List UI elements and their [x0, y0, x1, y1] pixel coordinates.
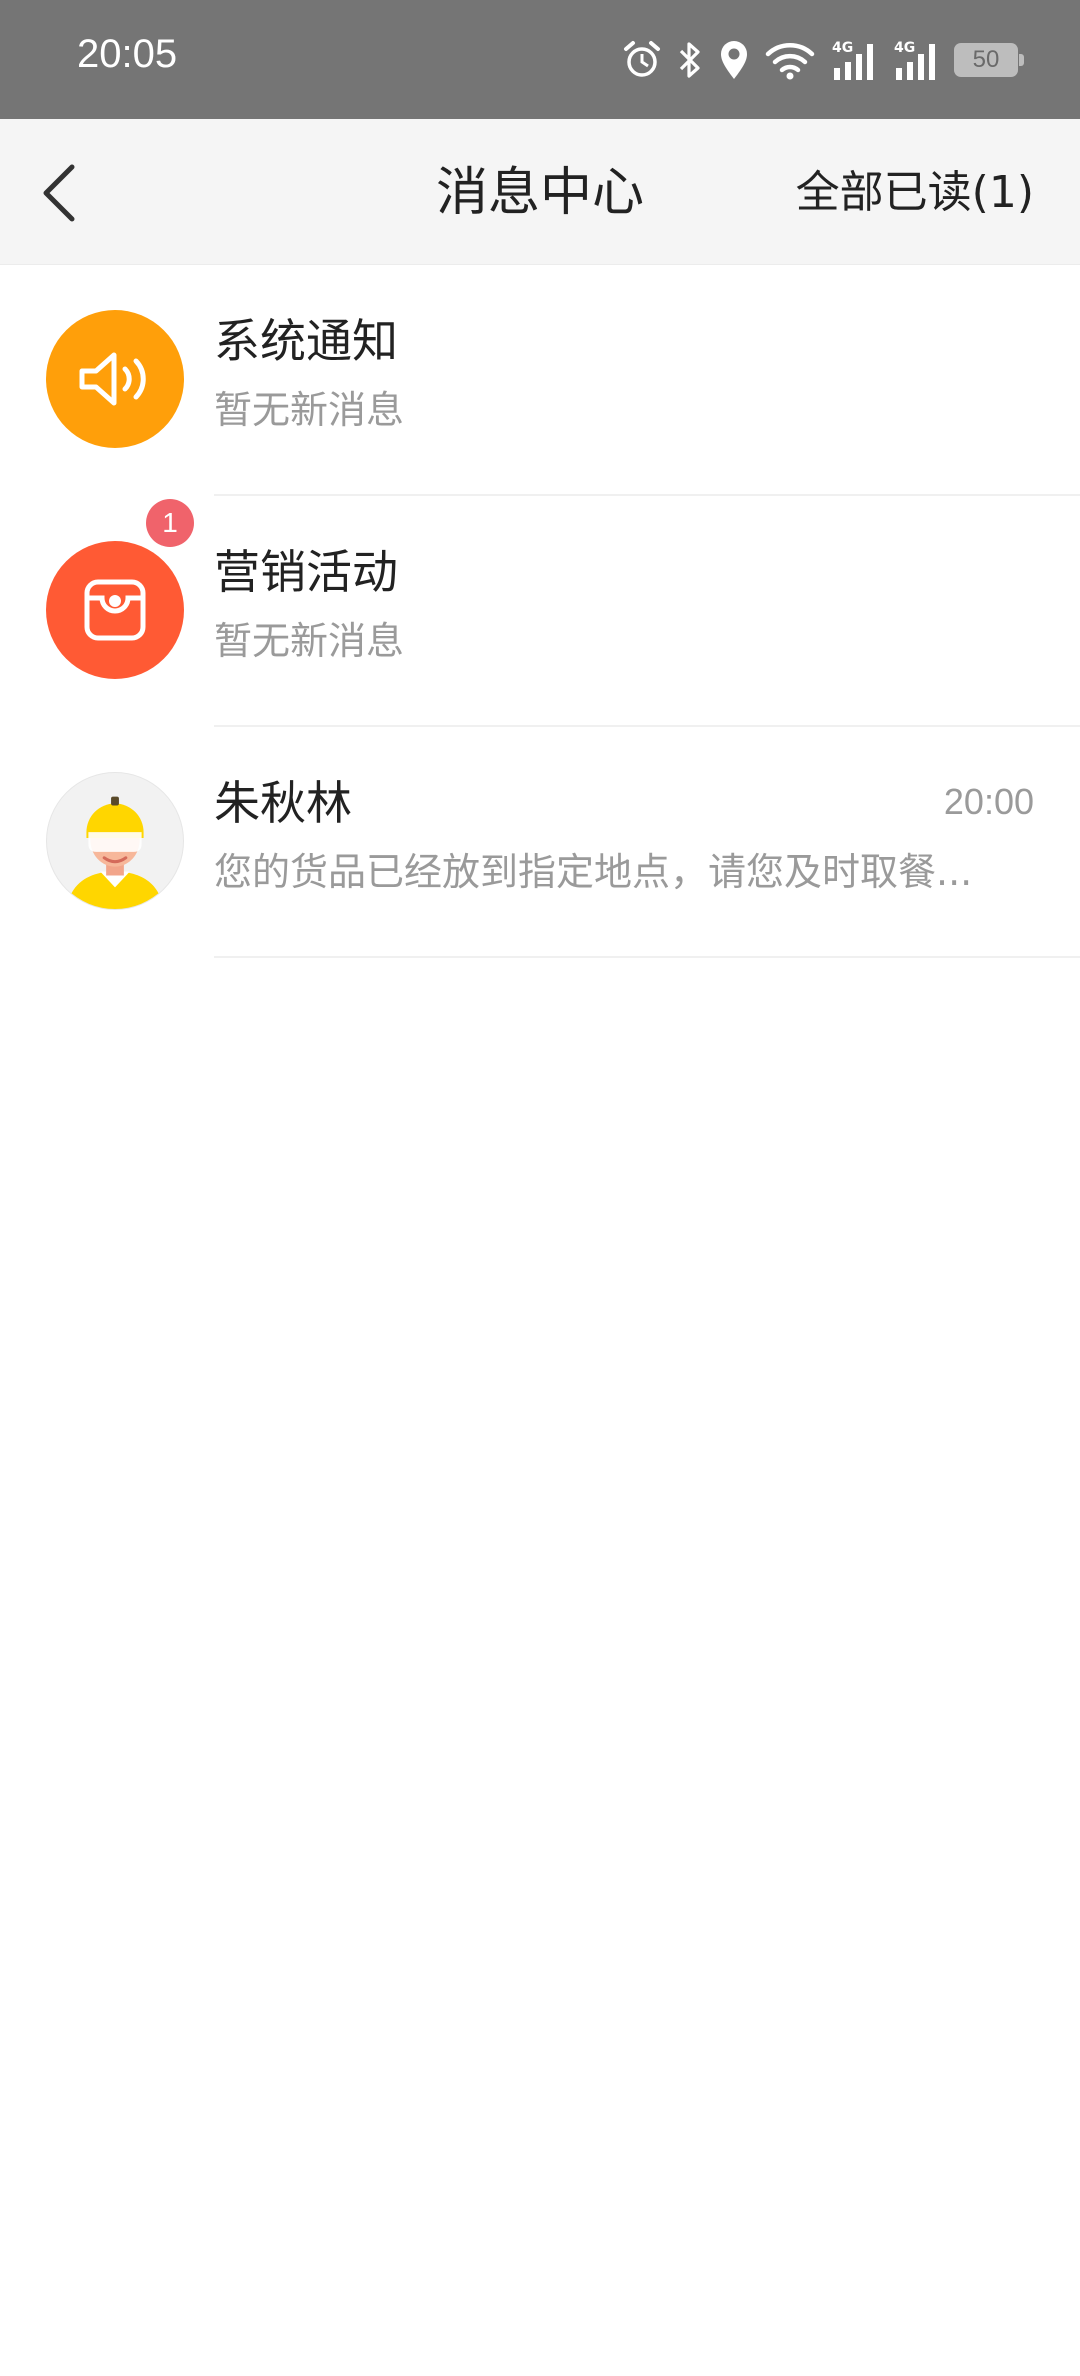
list-item-chat[interactable]: 朱秋林 20:00 您的货品已经放到指定地点，请您及时取餐...: [0, 727, 1080, 958]
system-notice-avatar: [46, 310, 184, 448]
wifi-icon: [765, 43, 815, 80]
bluetooth-icon: [679, 42, 700, 78]
nav-bar: 消息中心 全部已读(1): [0, 119, 1080, 265]
signal-icon: 4G: [894, 40, 935, 80]
courier-avatar-icon: [66, 796, 164, 909]
item-subtitle: 暂无新消息: [214, 619, 405, 663]
mark-all-read-button[interactable]: 全部已读(1): [796, 165, 1034, 221]
message-time: 20:00: [943, 781, 1034, 822]
status-icons: 4G 4G 50: [622, 34, 1024, 86]
shopping-bag-icon: [84, 579, 146, 641]
unread-badge: 1: [146, 499, 194, 547]
status-time: 20:05: [77, 32, 178, 76]
item-title: 营销活动: [214, 545, 398, 599]
network-type-label: 4G: [894, 40, 915, 56]
sender-name: 朱秋林: [214, 776, 352, 830]
item-title: 系统通知: [214, 314, 398, 368]
speaker-icon: [79, 352, 146, 406]
message-preview: 您的货品已经放到指定地点，请您及时取餐...: [214, 850, 973, 894]
battery-icon: 50: [954, 43, 1024, 77]
item-subtitle: 暂无新消息: [214, 388, 405, 432]
list-item-system-notice[interactable]: 系统通知 暂无新消息: [0, 265, 1080, 496]
marketing-avatar: [46, 541, 184, 679]
divider: [214, 956, 1080, 958]
location-icon: [721, 41, 747, 79]
alarm-icon: [624, 41, 660, 77]
signal-icon: 4G: [832, 40, 873, 80]
courier-avatar: [46, 772, 184, 910]
message-list: 系统通知 暂无新消息 营销活动 暂无新消息 朱秋林 20:00 您的货品已经放到…: [0, 265, 1080, 958]
status-bar: 20:05 4G 4G 50: [0, 0, 1080, 119]
network-type-label: 4G: [832, 40, 853, 56]
battery-level: 50: [972, 46, 1000, 73]
